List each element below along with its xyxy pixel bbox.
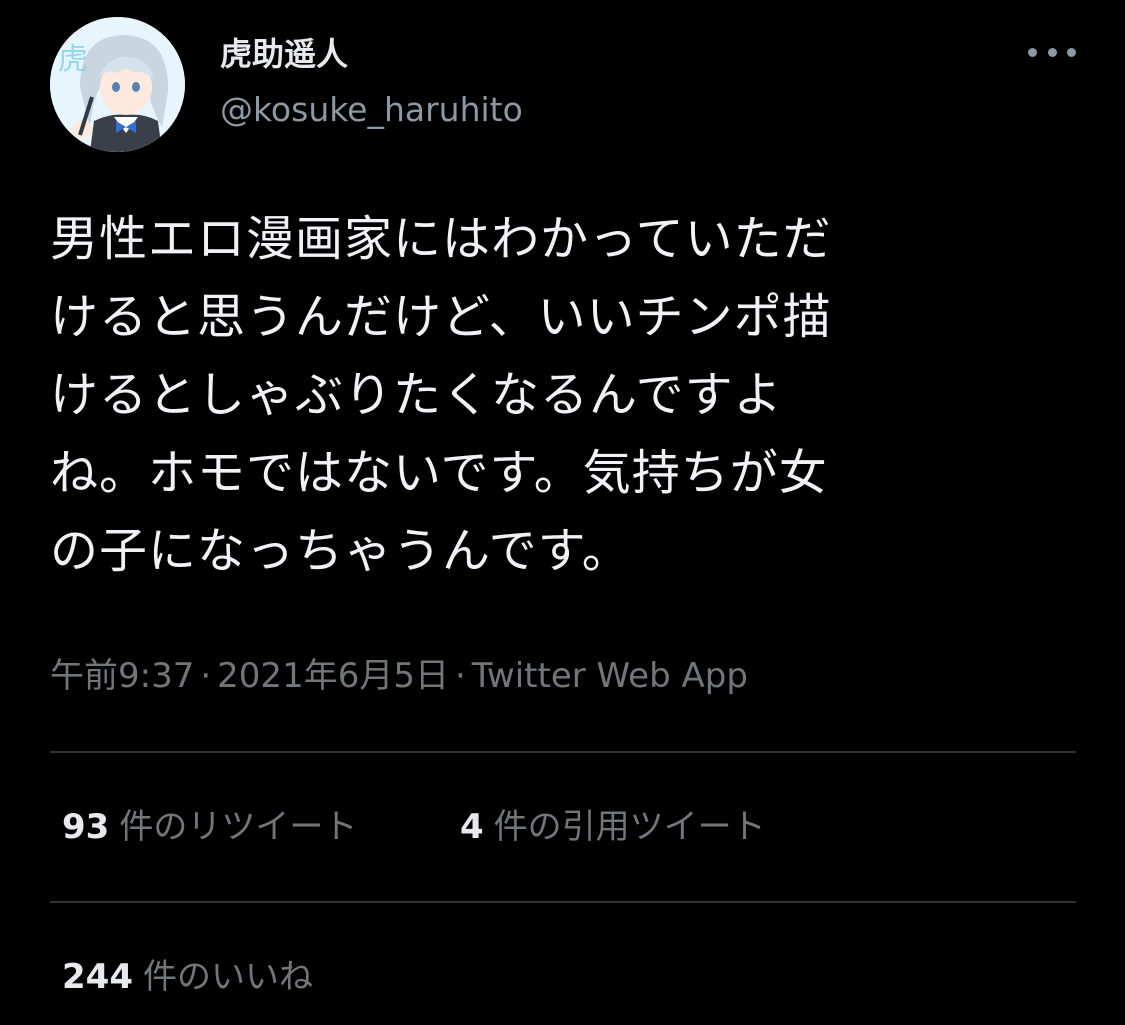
tweet-time[interactable]: 午前9:37: [50, 656, 194, 696]
quote-tweets-stat[interactable]: 4 件の引用ツイート: [460, 803, 766, 851]
user-display-name[interactable]: 虎助遥人: [220, 32, 348, 76]
tweet-date[interactable]: 2021年6月5日: [217, 656, 449, 696]
svg-text:虎: 虎: [58, 42, 88, 77]
divider: [50, 901, 1076, 903]
meta-separator: ·: [200, 656, 212, 696]
likes-label: 件のいいね: [142, 957, 313, 997]
likes-count: 244: [62, 957, 133, 997]
more-options-button[interactable]: [1028, 34, 1076, 70]
tweet-text-line: 男性エロ漫画家にはわかっていただ: [50, 211, 832, 267]
tweet-text: 男性エロ漫画家にはわかっていただ けると思うんだけど、いいチンポ描 けるとしゃぶ…: [50, 200, 1050, 590]
avatar[interactable]: 虎: [50, 17, 185, 152]
tweet-text-line: けるとしゃぶりたくなるんですよ: [50, 367, 783, 423]
quote-tweets-label: 件の引用ツイート: [493, 807, 766, 847]
quote-tweets-count: 4: [460, 807, 484, 847]
user-handle[interactable]: @kosuke_haruhito: [220, 88, 523, 132]
retweets-stat[interactable]: 93 件のリツイート: [62, 803, 357, 851]
more-horizontal-icon-dot: [1067, 47, 1076, 57]
tweet-source-link[interactable]: Twitter Web App: [472, 656, 748, 696]
likes-stat[interactable]: 244 件のいいね: [62, 953, 313, 1001]
tweet-text-line: の子になっちゃうんです。: [50, 523, 631, 579]
more-horizontal-icon-dot: [1047, 47, 1057, 57]
more-horizontal-icon: [1028, 47, 1037, 57]
meta-separator: ·: [454, 656, 466, 696]
tweet-text-line: けると思うんだけど、いいチンポ描: [50, 289, 832, 345]
retweets-count: 93: [62, 807, 110, 847]
tweet-detail-view: 虎 虎助遥人 @kosuke_haruhito 男性エロ漫画家にはわかっていただ…: [0, 0, 1125, 1025]
tweet-metadata: 午前9:37 · 2021年6月5日 · Twitter Web App: [50, 652, 748, 700]
avatar-illustration: 虎: [50, 17, 185, 152]
retweets-label: 件のリツイート: [119, 807, 358, 847]
tweet-text-line: ね。ホモではないです。気持ちが女: [50, 445, 828, 501]
divider: [50, 751, 1076, 753]
